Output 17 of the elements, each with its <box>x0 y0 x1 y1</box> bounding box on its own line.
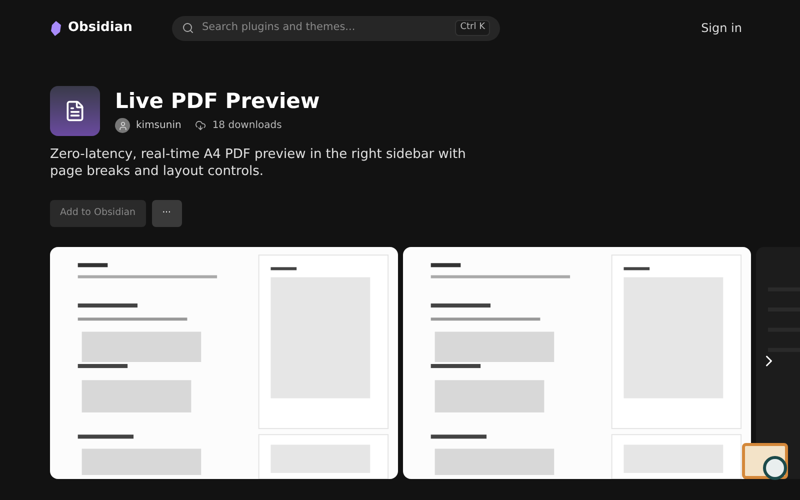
brand-name[interactable]: Obsidian <box>68 18 132 38</box>
plugin-icon <box>50 86 100 136</box>
avatar <box>115 118 130 133</box>
download-count: 18 downloads <box>212 119 282 133</box>
search-bar[interactable]: Search plugins and themes... Ctrl K <box>172 16 500 40</box>
sign-in-link[interactable]: Sign in <box>701 19 742 37</box>
crystal-logo-icon[interactable] <box>50 20 62 36</box>
shortcut-hint: Ctrl K <box>455 20 490 36</box>
plugin-title: Live PDF Preview <box>115 88 320 115</box>
search-icon <box>182 22 194 34</box>
search-field[interactable]: Search plugins and themes... <box>202 20 448 36</box>
download-icon <box>195 120 206 131</box>
add-button[interactable]: Add to Obsidian <box>50 200 146 227</box>
plugin-description: Zero-latency, real-time A4 PDF preview in the right sidebar with page breaks and layout controls. <box>50 146 467 180</box>
author-name[interactable]: kimsunin <box>136 118 182 133</box>
more-button[interactable]: ··· <box>152 200 182 227</box>
chat-widget-icon[interactable] <box>742 443 788 479</box>
